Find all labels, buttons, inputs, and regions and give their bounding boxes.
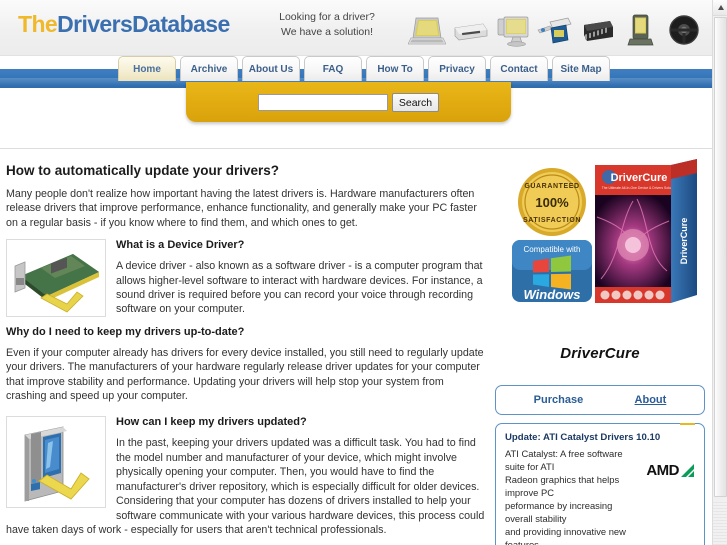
promo-product-name: DriverCure	[560, 345, 640, 362]
news-body: ATI Catalyst: A free software suite for …	[505, 447, 630, 545]
scrollbar-track[interactable]	[713, 501, 727, 545]
steering-wheel-icon	[665, 10, 703, 50]
svg-text:SATISFACTION: SATISFACTION	[523, 217, 581, 224]
drivercure-box-shot: DriverCure The Ultimate All-In-One Devic…	[593, 159, 701, 449]
news-title: Update: ATI Catalyst Drivers 10.10	[505, 432, 661, 443]
network-card-thumbnail	[6, 239, 106, 318]
news-line: peformance by increasing overall stabili…	[505, 500, 613, 524]
content-divider	[0, 148, 712, 149]
section-heading: Why do I need to keep my drivers up-to-d…	[6, 325, 245, 338]
browser-page: TheDriversDatabase Looking for a driver?…	[0, 0, 727, 545]
tagline-line-1: Looking for a driver?	[279, 11, 375, 23]
promo-area: GUARANTEED 100% SATISFACTION Compatible …	[495, 157, 705, 449]
site-header: TheDriversDatabase Looking for a driver?…	[0, 0, 712, 56]
svg-text:Compatible with: Compatible with	[524, 245, 581, 254]
device-icon-row	[408, 8, 703, 50]
scroll-up-icon	[717, 5, 724, 10]
chip-icon	[579, 10, 617, 50]
site-logo[interactable]: TheDriversDatabase	[18, 11, 230, 38]
search-button[interactable]: Search	[391, 93, 440, 112]
sidebar: GUARANTEED 100% SATISFACTION Compatible …	[495, 155, 705, 545]
card-reader-icon	[536, 10, 574, 50]
search-bar: Search	[186, 82, 511, 122]
nav-tabs: Home Archive About Us FAQ How To Privacy…	[118, 56, 610, 81]
svg-text:The Ultimate All-In-One Device: The Ultimate All-In-One Device & Drivers…	[602, 186, 677, 190]
tagline-line-2: We have a solution!	[280, 26, 374, 38]
monitor-icon	[494, 10, 532, 50]
purchase-link[interactable]: Purchase	[534, 394, 584, 406]
main-content: How to automatically update your drivers…	[0, 155, 495, 545]
about-link[interactable]: About	[635, 394, 667, 406]
laptop-icon	[408, 10, 446, 50]
windows-7-compatible-badge: Compatible with Windows	[511, 239, 593, 305]
amd-arrow-icon	[681, 464, 694, 477]
svg-text:DriverCure: DriverCure	[611, 172, 668, 184]
svg-text:Windows: Windows	[524, 287, 581, 302]
desktop-tower-thumbnail	[6, 416, 106, 509]
svg-text:GUARANTEED: GUARANTEED	[524, 183, 579, 190]
nav-tab-how-to[interactable]: How To	[366, 56, 424, 81]
content-columns: How to automatically update your drivers…	[0, 155, 712, 545]
page-title: How to automatically update your drivers…	[6, 163, 280, 178]
svg-text:100%: 100%	[535, 195, 569, 210]
pda-phone-icon	[622, 10, 660, 50]
search-band: Search	[0, 82, 712, 133]
search-input[interactable]	[257, 94, 388, 111]
page-viewport: TheDriversDatabase Looking for a driver?…	[0, 0, 712, 545]
nav-tab-home[interactable]: Home	[118, 56, 176, 81]
section-what-is-a-device-driver: What is a Device Driver? A device driver…	[6, 239, 485, 412]
hard-drive-icon	[451, 10, 489, 50]
section-how-can-i-keep-my-drivers-updated: How can I keep my drivers updated? In th…	[6, 416, 485, 545]
nav-tab-contact[interactable]: Contact	[490, 56, 548, 81]
amd-wordmark: AMD	[646, 462, 679, 479]
guarantee-seal-icon: GUARANTEED 100% SATISFACTION	[515, 165, 589, 239]
site-tagline: Looking for a driver? We have a solution…	[252, 10, 402, 40]
intro-paragraph: Many people don't realize how important …	[6, 188, 477, 229]
news-panel: Update: ATI Catalyst Drivers 10.10 ATI C…	[495, 423, 705, 545]
promo-links-panel: Purchase About	[495, 385, 705, 415]
nav-tab-faq[interactable]: FAQ	[304, 56, 362, 81]
news-line: Radeon graphics that helps improve PC	[505, 474, 620, 498]
nav-tab-archive[interactable]: Archive	[180, 56, 238, 81]
svg-text:DriverCure: DriverCure	[679, 218, 689, 265]
amd-logo: AMD	[646, 462, 694, 479]
news-line: ATI Catalyst: A free software suite for …	[505, 448, 623, 472]
scroll-up-button[interactable]	[713, 0, 727, 16]
news-line: and providing innovative new features.	[505, 526, 626, 545]
vertical-scrollbar[interactable]	[712, 0, 727, 545]
nav-tab-site-map[interactable]: Site Map	[552, 56, 610, 81]
logo-the: The	[18, 11, 58, 37]
nav-tab-privacy[interactable]: Privacy	[428, 56, 486, 81]
nav-tab-about-us[interactable]: About Us	[242, 56, 300, 81]
section-text: Even if your computer already has driver…	[6, 346, 484, 403]
scrollbar-thumb[interactable]	[714, 17, 727, 497]
logo-driversdatabase: DriversDatabase	[57, 11, 230, 37]
